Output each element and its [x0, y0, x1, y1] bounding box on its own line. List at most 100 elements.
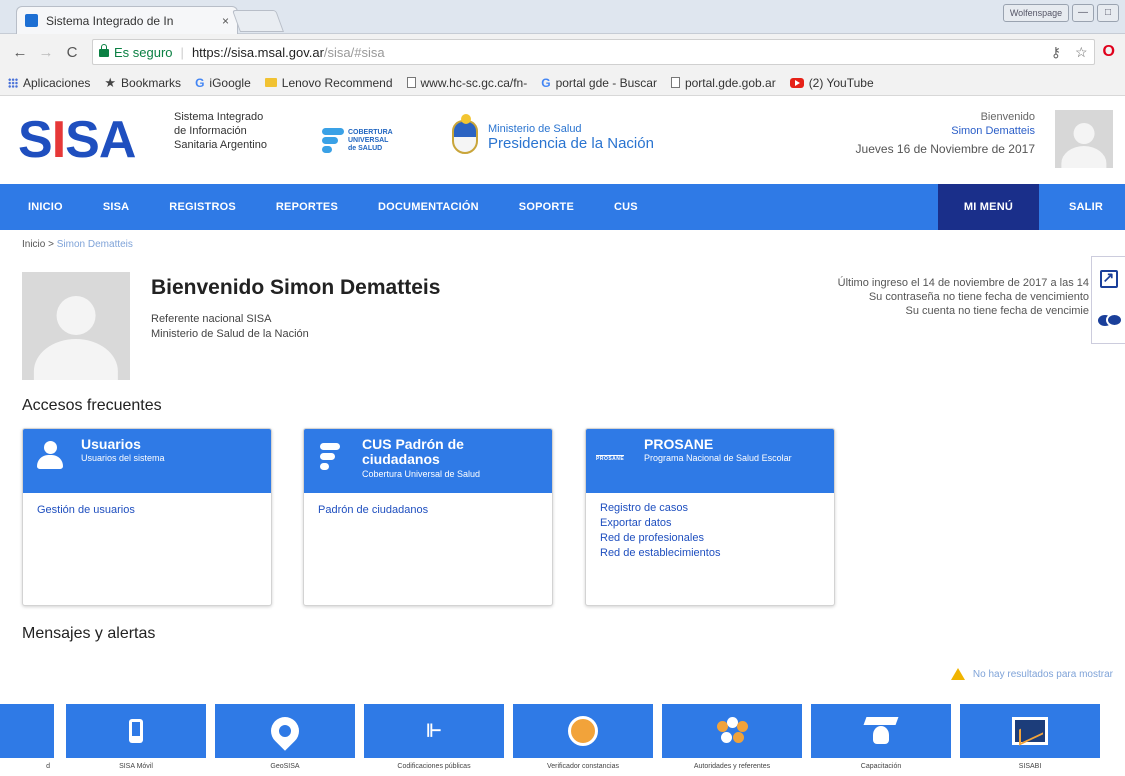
- phone-icon: [129, 719, 143, 743]
- page-icon: [670, 77, 680, 88]
- last-login: Último ingreso el 14 de noviembre de 201…: [837, 277, 1089, 289]
- profile-org: Ministerio de Salud de la Nación: [151, 328, 309, 340]
- bookmark-youtube[interactable]: (2) YouTube: [789, 76, 874, 90]
- new-tab-button[interactable]: [231, 10, 285, 32]
- address-bar[interactable]: Es seguro | https://sisa.msal.gov.ar /si…: [92, 39, 1095, 65]
- bookmark-igoogle[interactable]: GiGoogle: [195, 76, 251, 90]
- user-icon: [37, 441, 63, 469]
- nav-documentacion[interactable]: DOCUMENTACIÓN: [358, 201, 499, 213]
- ministerio-label: Ministerio de Salud: [488, 122, 582, 135]
- tile-sisabi[interactable]: SISABI: [960, 704, 1100, 776]
- sisa-logo[interactable]: SISA: [18, 114, 136, 166]
- user-welcome: Bienvenido Simon Dematteis Jueves 16 de …: [856, 110, 1035, 156]
- nav-sisa[interactable]: SISA: [83, 201, 149, 213]
- browser-tabbar: Sistema Integrado de In × Wolfenspage — …: [0, 0, 1125, 34]
- bookmark-bookmarks[interactable]: ★ Bookmarks: [104, 75, 181, 91]
- cus-flag-icon: [322, 126, 344, 156]
- google-icon: G: [195, 75, 205, 90]
- tile-sisa-movil[interactable]: SISA Móvil: [66, 704, 206, 776]
- nav-reportes[interactable]: REPORTES: [256, 201, 358, 213]
- card-usuarios: Usuarios Usuarios del sistema Gestión de…: [22, 428, 272, 606]
- nav-cus[interactable]: CUS: [594, 201, 658, 213]
- account-note: Su cuenta no tiene fecha de vencimie: [905, 305, 1089, 317]
- browser-tab[interactable]: Sistema Integrado de In ×: [16, 6, 238, 34]
- bookmark-lenovo[interactable]: Lenovo Recommend: [264, 76, 393, 90]
- link-exportar-datos[interactable]: Exportar datos: [600, 516, 820, 531]
- frequent-access-title: Accesos frecuentes: [22, 397, 162, 414]
- card-body: Registro de casos Exportar datos Red de …: [586, 493, 834, 571]
- bookmark-apps[interactable]: Aplicaciones: [8, 76, 90, 90]
- profile-button[interactable]: Wolfenspage: [1003, 4, 1069, 22]
- breadcrumb-home[interactable]: Inicio: [22, 239, 45, 250]
- bookmark-portal-gde[interactable]: portal.gde.gob.ar: [670, 76, 776, 90]
- messages-title: Mensajes y alertas: [22, 625, 156, 642]
- page-icon: [406, 77, 416, 88]
- key-icon[interactable]: ⚷: [1051, 44, 1061, 61]
- card-body: Gestión de usuarios: [23, 493, 271, 528]
- main-nav: INICIO SISA REGISTROS REPORTES DOCUMENTA…: [0, 184, 1125, 230]
- tab-title: Sistema Integrado de In: [46, 13, 174, 28]
- tile-capacitacion[interactable]: Capacitación: [811, 704, 951, 776]
- header-avatar[interactable]: [1055, 110, 1113, 168]
- close-tab-icon[interactable]: ×: [222, 14, 229, 28]
- breadcrumb-current: Simon Dematteis: [56, 239, 133, 250]
- nav-inicio[interactable]: INICIO: [0, 201, 83, 213]
- warning-icon: [950, 668, 965, 680]
- link-red-profesionales[interactable]: Red de profesionales: [600, 531, 820, 546]
- nav-soporte[interactable]: SOPORTE: [499, 201, 594, 213]
- card-prosane-header[interactable]: PROSANE PROSANE Programa Nacional de Sal…: [586, 429, 834, 493]
- header-user-name[interactable]: Simon Dematteis: [856, 124, 1035, 138]
- tile-autoridades[interactable]: Autoridades y referentes: [662, 704, 802, 776]
- map-pin-icon: [265, 711, 305, 751]
- card-cus-header[interactable]: CUS Padrón de ciudadanos Cobertura Unive…: [304, 429, 552, 493]
- tile-codificaciones[interactable]: ⊩ Codificaciones públicas: [364, 704, 504, 776]
- forward-arrow-icon[interactable]: →: [36, 44, 56, 61]
- ministerio-logo: Ministerio de Salud Presidencia de la Na…: [452, 114, 654, 154]
- card-subtitle: Programa Nacional de Salud Escolar: [644, 453, 792, 463]
- url-path: /sisa/#sisa: [323, 44, 385, 60]
- minimize-button[interactable]: —: [1072, 4, 1094, 22]
- card-subtitle: Usuarios del sistema: [81, 453, 165, 463]
- star-icon: ★: [104, 74, 117, 90]
- site-favicon-icon: [25, 14, 38, 27]
- youtube-icon: [789, 77, 804, 88]
- link-gestion-usuarios[interactable]: Gestión de usuarios: [37, 503, 257, 518]
- document-search-icon: [568, 716, 598, 746]
- card-subtitle: Cobertura Universal de Salud: [362, 469, 481, 479]
- bookmark-star-icon[interactable]: ☆: [1075, 44, 1088, 61]
- cus-logo: COBERTURA UNIVERSAL de SALUD: [322, 124, 412, 158]
- window-controls: Wolfenspage — □: [1003, 4, 1119, 22]
- nav-registros[interactable]: REGISTROS: [149, 201, 256, 213]
- tree-icon: ⊩: [426, 720, 442, 741]
- secure-label: Es seguro: [114, 44, 173, 60]
- link-padron-ciudadanos[interactable]: Padrón de ciudadanos: [318, 503, 538, 518]
- browser-toolbar: ← → C Es seguro | https://sisa.msal.gov.…: [0, 34, 1125, 70]
- link-red-establecimientos[interactable]: Red de establecimientos: [600, 546, 820, 561]
- card-usuarios-header[interactable]: Usuarios Usuarios del sistema: [23, 429, 271, 493]
- bookmark-hc-sc[interactable]: www.hc-sc.gc.ca/fn-: [406, 76, 527, 90]
- maximize-button[interactable]: □: [1097, 4, 1119, 22]
- share-icon[interactable]: [1099, 269, 1118, 288]
- cus-flag-icon: [320, 443, 340, 473]
- link-registro-casos[interactable]: Registro de casos: [600, 501, 820, 516]
- password-note: Su contraseña no tiene fecha de vencimie…: [868, 291, 1089, 303]
- nav-mi-menu[interactable]: MI MENÚ: [937, 184, 1039, 230]
- tile-geosisa[interactable]: GeoSISA: [215, 704, 355, 776]
- prosane-logo: PROSANE: [596, 455, 625, 462]
- card-prosane: PROSANE PROSANE Programa Nacional de Sal…: [585, 428, 835, 606]
- back-arrow-icon[interactable]: ←: [10, 44, 30, 61]
- apps-icon: [8, 77, 18, 88]
- nav-salir[interactable]: SALIR: [1039, 201, 1125, 213]
- opera-extension-icon[interactable]: O: [1103, 43, 1115, 61]
- card-cus: CUS Padrón de ciudadanos Cobertura Unive…: [303, 428, 553, 606]
- profile-avatar: [22, 272, 130, 380]
- url-separator: |: [180, 44, 184, 60]
- monitor-chart-icon: [1012, 717, 1048, 745]
- no-results: No hay resultados para mostrar: [950, 668, 1113, 680]
- reload-icon[interactable]: C: [62, 44, 82, 61]
- tile-verificador[interactable]: Verificador constancias: [513, 704, 653, 776]
- tile-partial[interactable]: d: [0, 704, 54, 776]
- card-title: Usuarios: [81, 436, 141, 452]
- bookmark-portal-gde-search[interactable]: Gportal gde - Buscar: [541, 76, 657, 90]
- chat-icon[interactable]: [1097, 312, 1123, 331]
